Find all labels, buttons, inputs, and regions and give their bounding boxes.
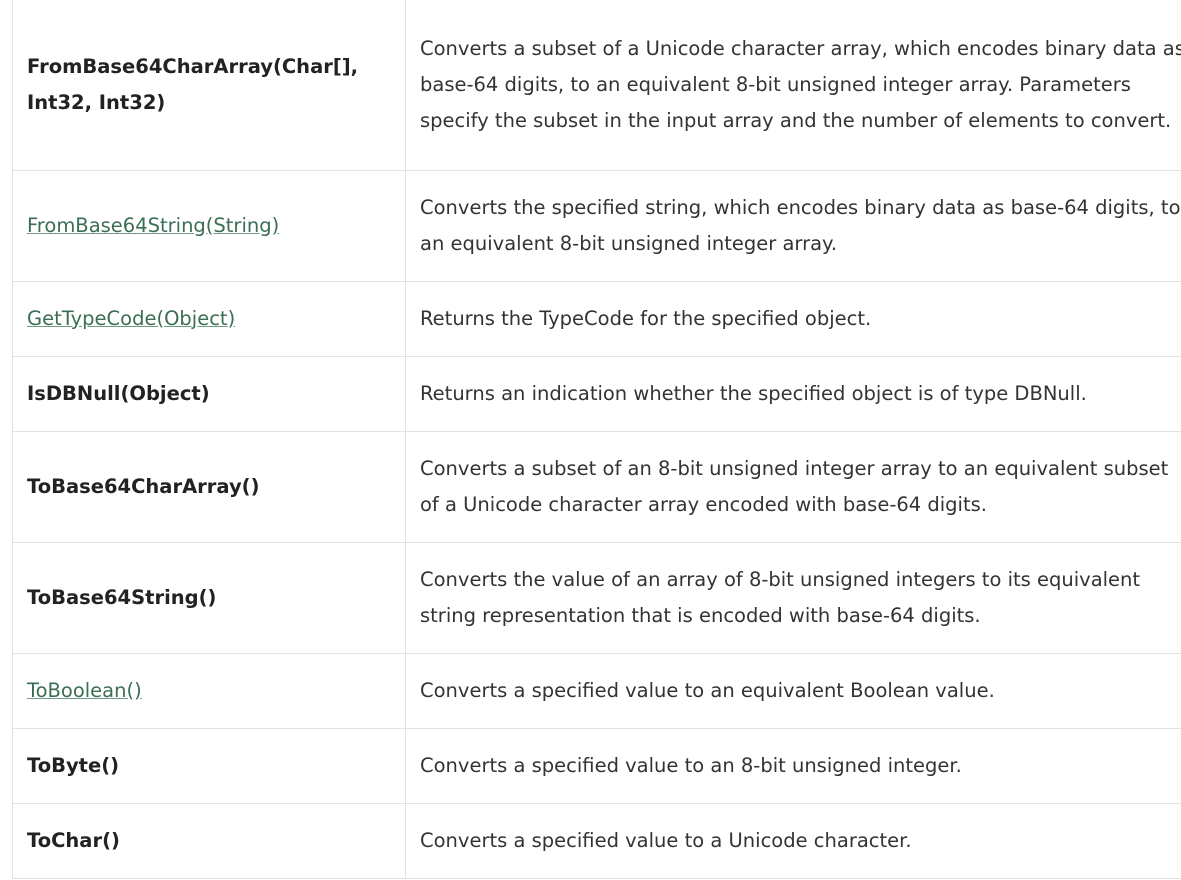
description-cell: Converts a specified value to an 8-bit u…: [405, 727, 1181, 804]
method-cell: FromBase64CharArray(Char[], Int32, Int32…: [12, 0, 406, 171]
table-row: FromBase64String(String) Converts the sp…: [12, 169, 1181, 282]
method-name: FromBase64CharArray(Char[], Int32, Int32…: [27, 54, 359, 114]
method-link[interactable]: FromBase64String(String): [27, 214, 279, 237]
method-cell: GetTypeCode(Object): [12, 280, 406, 357]
method-cell: ToBase64String(): [12, 541, 406, 654]
method-cell: ToBoolean(): [12, 652, 406, 729]
method-description: Converts a subset of an 8-bit unsigned i…: [420, 456, 1169, 516]
method-cell: ToByte(): [12, 727, 406, 804]
method-description: Converts the value of an array of 8-bit …: [420, 567, 1141, 627]
method-name: IsDBNull(Object): [27, 381, 210, 405]
description-cell: Converts a subset of an 8-bit unsigned i…: [405, 430, 1181, 543]
table-row: ToByte() Converts a specified value to a…: [12, 727, 1181, 804]
method-name: ToByte(): [27, 753, 120, 777]
method-name: ToBase64CharArray(): [27, 474, 260, 498]
table-row: IsDBNull(Object) Returns an indication w…: [12, 355, 1181, 432]
method-link[interactable]: GetTypeCode(Object): [27, 307, 235, 330]
method-description: Converts a specified value to a Unicode …: [420, 828, 912, 852]
method-description: Converts the specified string, which enc…: [420, 195, 1181, 255]
method-description: Returns the TypeCode for the specified o…: [420, 306, 872, 330]
method-link[interactable]: ToBoolean(): [27, 679, 142, 702]
table-row: ToChar() Converts a specified value to a…: [12, 802, 1181, 879]
method-cell: IsDBNull(Object): [12, 355, 406, 432]
methods-table-container: FromBase64CharArray(Char[], Int32, Int32…: [12, 0, 1181, 879]
description-cell: Converts a specified value to an equival…: [405, 652, 1181, 729]
table-row: ToBoolean() Converts a specified value t…: [12, 652, 1181, 729]
method-description: Converts a specified value to an equival…: [420, 678, 995, 702]
table-row: FromBase64CharArray(Char[], Int32, Int32…: [12, 0, 1181, 171]
table-row: GetTypeCode(Object) Returns the TypeCode…: [12, 280, 1181, 357]
method-cell: ToBase64CharArray(): [12, 430, 406, 543]
description-cell: Converts a subset of a Unicode character…: [405, 0, 1181, 171]
description-cell: Converts the value of an array of 8-bit …: [405, 541, 1181, 654]
method-name: ToChar(): [27, 828, 120, 852]
method-name: ToBase64String(): [27, 585, 217, 609]
methods-table: FromBase64CharArray(Char[], Int32, Int32…: [12, 0, 1181, 879]
method-cell: ToChar(): [12, 802, 406, 879]
description-cell: Converts a specified value to a Unicode …: [405, 802, 1181, 879]
method-description: Converts a specified value to an 8-bit u…: [420, 753, 962, 777]
table-row: ToBase64String() Converts the value of a…: [12, 541, 1181, 654]
table-row: ToBase64CharArray() Converts a subset of…: [12, 430, 1181, 543]
method-description: Converts a subset of a Unicode character…: [420, 36, 1181, 132]
description-cell: Returns an indication whether the specif…: [405, 355, 1181, 432]
description-cell: Converts the specified string, which enc…: [405, 169, 1181, 282]
method-cell: FromBase64String(String): [12, 169, 406, 282]
method-description: Returns an indication whether the specif…: [420, 381, 1087, 405]
description-cell: Returns the TypeCode for the specified o…: [405, 280, 1181, 357]
